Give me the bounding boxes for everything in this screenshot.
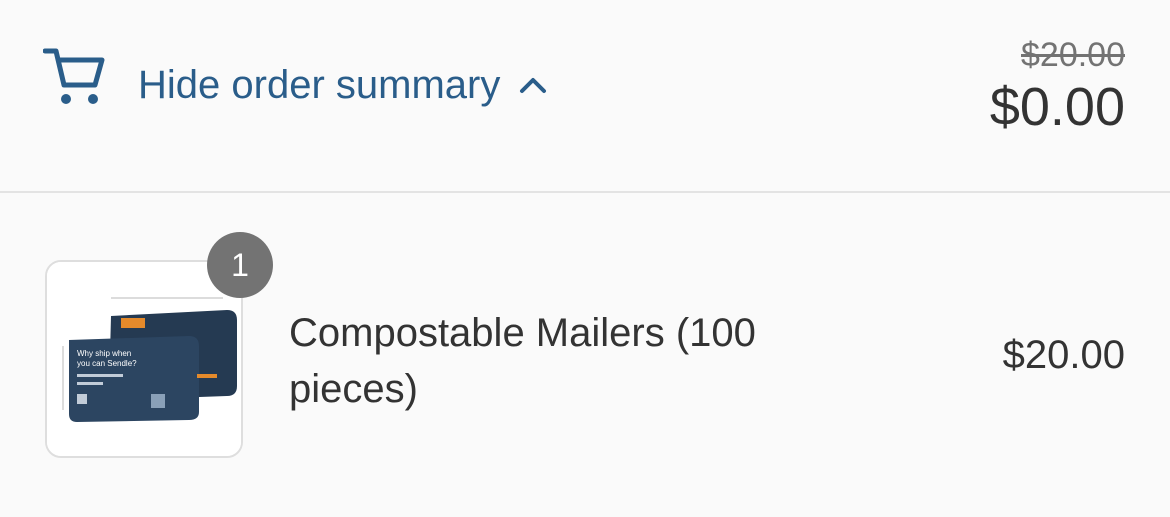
- cart-icon[interactable]: [43, 46, 107, 108]
- thumbnail-text-line: you can Sendle?: [77, 359, 137, 368]
- hide-order-summary-toggle[interactable]: Hide order summary: [138, 60, 548, 110]
- thumbnail-text-line: Why ship when: [77, 349, 131, 358]
- mailer-bag-image: Why ship when you can Sendle?: [47, 262, 241, 456]
- toggle-label[interactable]: Hide order summary: [138, 63, 500, 108]
- original-total-price: $20.00: [1021, 36, 1125, 74]
- line-item: Why ship when you can Sendle? 1 Composta…: [0, 193, 1170, 517]
- item-price: $20.00: [1002, 333, 1125, 377]
- item-name: Compostable Mailers (100 pieces): [289, 311, 756, 411]
- chevron-up-icon[interactable]: [518, 75, 548, 95]
- quantity-badge: 1: [207, 232, 273, 298]
- total-price: $0.00: [989, 77, 1125, 137]
- order-summary-header: Hide order summary $20.00 $0.00: [0, 0, 1170, 193]
- product-thumbnail: Why ship when you can Sendle?: [45, 260, 243, 458]
